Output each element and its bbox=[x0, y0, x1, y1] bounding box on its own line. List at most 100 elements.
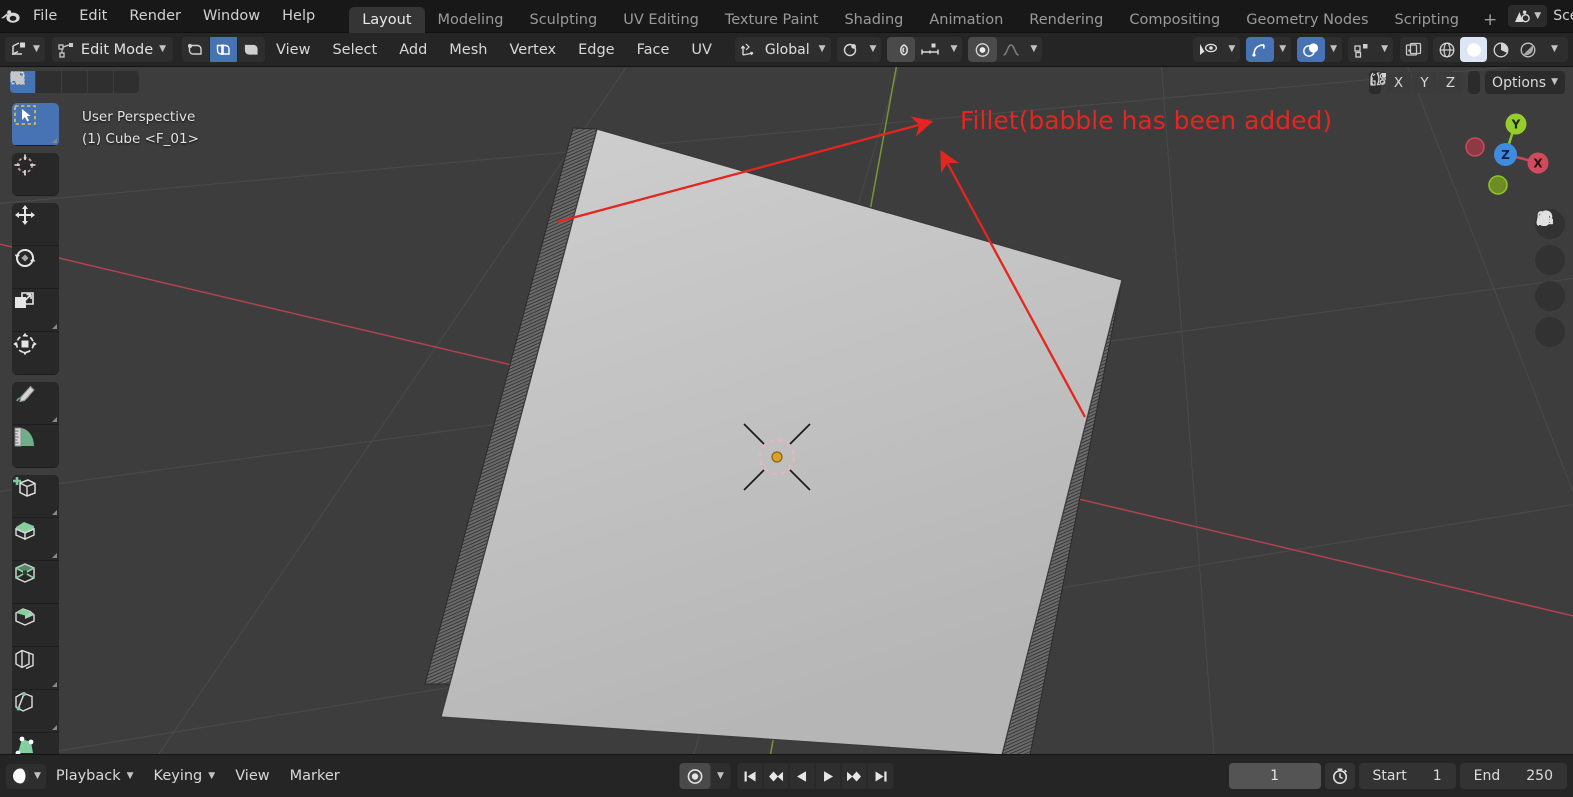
falloff-curve-icon[interactable] bbox=[997, 37, 1025, 62]
workspace-tab-rendering[interactable]: Rendering bbox=[1016, 7, 1116, 33]
shading-solid-button[interactable] bbox=[1460, 37, 1487, 62]
tool-bevel[interactable] bbox=[12, 604, 59, 647]
gizmo-toggle[interactable] bbox=[1246, 37, 1275, 62]
menu-help[interactable]: Help bbox=[271, 0, 326, 33]
viewport-menu-add[interactable]: Add bbox=[388, 33, 438, 67]
workspace-tab-shading[interactable]: Shading bbox=[831, 7, 916, 33]
tool-cursor[interactable] bbox=[12, 153, 59, 196]
tool-loop-cut[interactable] bbox=[12, 647, 59, 690]
menu-file[interactable]: File bbox=[22, 0, 68, 33]
tool-annotate[interactable] bbox=[12, 382, 59, 425]
timeline-menu-keying[interactable]: Keying ▼ bbox=[144, 755, 226, 797]
workspace-tab-modeling[interactable]: Modeling bbox=[425, 7, 517, 33]
vertex-select-mode-button[interactable] bbox=[182, 37, 210, 62]
play-reverse-button[interactable] bbox=[790, 763, 816, 789]
snap-magnet-toggle[interactable] bbox=[887, 37, 916, 62]
shading-chevron[interactable]: ▼ bbox=[1541, 37, 1568, 62]
auto-keyframe-chevron[interactable]: ▼ bbox=[710, 763, 731, 789]
tool-transform[interactable] bbox=[12, 332, 59, 375]
xray-toggle[interactable] bbox=[1348, 37, 1376, 62]
camera-view-button[interactable] bbox=[1535, 211, 1565, 311]
select-invert-button[interactable] bbox=[11, 71, 113, 93]
shading-material-button[interactable] bbox=[1487, 37, 1514, 62]
proportional-editing-toggle[interactable] bbox=[968, 37, 998, 62]
timeline-frame-controls: 1 Start 1 End 250 bbox=[1228, 763, 1567, 789]
timeline-menu-playback[interactable]: Playback ▼ bbox=[46, 755, 144, 797]
axis-lock-y[interactable]: Y bbox=[1412, 72, 1438, 93]
tool-rotate[interactable] bbox=[12, 246, 59, 289]
viewport-menu-edge[interactable]: Edge bbox=[567, 33, 626, 67]
select-extend-button[interactable] bbox=[11, 71, 61, 93]
add-workspace-button[interactable]: + bbox=[1472, 7, 1508, 33]
workspace-tab-animation[interactable]: Animation bbox=[916, 7, 1016, 33]
next-keyframe-button[interactable] bbox=[842, 763, 868, 789]
tool-add-cube[interactable] bbox=[12, 475, 59, 518]
viewport-menu-vertex[interactable]: Vertex bbox=[498, 33, 567, 67]
menu-render[interactable]: Render bbox=[118, 0, 192, 33]
editor-type-3dview-icon bbox=[11, 42, 25, 56]
tool-inset-faces[interactable] bbox=[12, 561, 59, 604]
timeline-editor-type-selector[interactable]: ▼ bbox=[6, 763, 46, 789]
workspace-tab-sculpting[interactable]: Sculpting bbox=[516, 7, 610, 33]
current-frame-field[interactable]: 1 bbox=[1228, 763, 1321, 789]
chevron-cell[interactable]: ▼ bbox=[1274, 37, 1291, 62]
tool-tweak[interactable] bbox=[12, 103, 59, 146]
viewport-menu-mesh[interactable]: Mesh bbox=[438, 33, 498, 67]
blender-logo-icon[interactable] bbox=[0, 0, 22, 33]
menu-edit[interactable]: Edit bbox=[68, 0, 118, 33]
tool-poly-build[interactable] bbox=[12, 733, 59, 754]
navigation-gizmo[interactable]: X Y Z bbox=[1458, 107, 1553, 202]
workspace-tab-texture-paint[interactable]: Texture Paint bbox=[712, 7, 832, 33]
viewport-menu-view[interactable]: View bbox=[265, 33, 321, 67]
workspace-tab-layout[interactable]: Layout bbox=[349, 6, 425, 33]
workspace-tab-scripting[interactable]: Scripting bbox=[1382, 7, 1472, 33]
face-select-mode-button[interactable] bbox=[238, 37, 266, 62]
menu-window[interactable]: Window bbox=[192, 0, 271, 33]
shading-wireframe-button[interactable] bbox=[1433, 37, 1460, 62]
scene-selector[interactable]: ▼ bbox=[1508, 5, 1548, 27]
jump-to-start-button[interactable] bbox=[738, 763, 764, 789]
pivot-point-selector[interactable]: ▼ bbox=[836, 37, 882, 62]
jump-to-end-button[interactable] bbox=[868, 763, 894, 789]
tool-measure[interactable] bbox=[12, 425, 59, 468]
overlays-toggle[interactable] bbox=[1297, 37, 1326, 62]
tool-knife[interactable] bbox=[12, 690, 59, 733]
editor-type-selector[interactable]: ▼ bbox=[5, 37, 45, 62]
transform-orientation-selector[interactable]: Global ▼ bbox=[734, 37, 831, 62]
viewport-menu-select[interactable]: Select bbox=[321, 33, 388, 67]
tool-extrude[interactable] bbox=[12, 518, 59, 561]
prev-keyframe-button[interactable] bbox=[764, 763, 790, 789]
object-visibility-selector[interactable]: ▼ bbox=[1193, 37, 1241, 62]
auto-keyframe-toggle[interactable] bbox=[679, 763, 711, 789]
snap-increment-icon[interactable] bbox=[915, 37, 945, 62]
tool-scale[interactable] bbox=[12, 289, 59, 332]
toggle-ortho-button[interactable] bbox=[1535, 212, 1565, 347]
chevron-down-icon: ▼ bbox=[208, 770, 216, 781]
shading-rendered-button[interactable] bbox=[1514, 37, 1541, 62]
workspace-tab-uv-editing[interactable]: UV Editing bbox=[610, 7, 712, 33]
chevron-cell[interactable]: ▼ bbox=[1376, 37, 1393, 62]
timeline-menu-marker[interactable]: Marker bbox=[280, 755, 350, 797]
mirror-options-group[interactable] bbox=[1370, 71, 1481, 94]
pan-view-button[interactable] bbox=[1535, 211, 1565, 275]
axis-lock-x[interactable]: X bbox=[1386, 72, 1412, 93]
viewport-menu-face[interactable]: Face bbox=[626, 33, 681, 67]
use-preview-range-button[interactable] bbox=[1324, 763, 1355, 789]
viewport-options-button[interactable]: Options ▼ bbox=[1485, 71, 1565, 94]
tool-move[interactable] bbox=[12, 203, 59, 246]
timeline-menu-view[interactable]: View bbox=[225, 755, 279, 797]
frame-range-end-field[interactable]: End 250 bbox=[1459, 763, 1567, 789]
3d-viewport[interactable]: Fillet(babble has been added) User Persp… bbox=[0, 67, 1573, 754]
edge-select-mode-button[interactable] bbox=[210, 37, 238, 62]
chevron-cell[interactable]: ▼ bbox=[1325, 37, 1342, 62]
play-button[interactable] bbox=[816, 763, 842, 789]
axis-lock-z[interactable]: Z bbox=[1438, 72, 1464, 93]
workspace-tab-compositing[interactable]: Compositing bbox=[1116, 7, 1233, 33]
workspace-tab-geometry-nodes[interactable]: Geometry Nodes bbox=[1233, 7, 1381, 33]
select-intersect-button[interactable] bbox=[10, 71, 139, 93]
viewport-menu-uv[interactable]: UV bbox=[680, 33, 723, 67]
select-subtract-button[interactable] bbox=[10, 71, 87, 93]
frame-range-start-field[interactable]: Start 1 bbox=[1358, 763, 1456, 789]
mode-selector[interactable]: Edit Mode ▼ bbox=[51, 37, 174, 62]
toggle-xray-button[interactable] bbox=[1400, 37, 1428, 62]
